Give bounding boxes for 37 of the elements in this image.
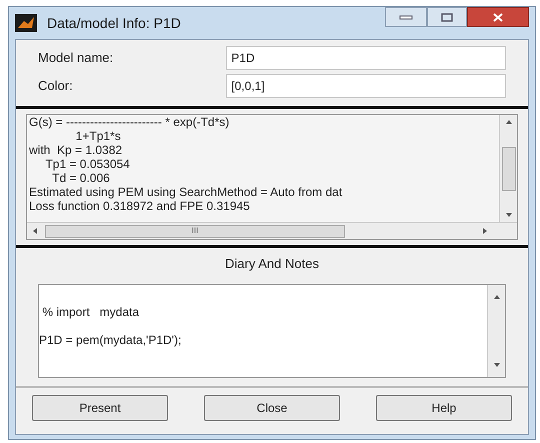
scroll-thumb[interactable]: III bbox=[45, 224, 345, 238]
close-window-button[interactable] bbox=[467, 7, 529, 27]
text-field[interactable]: [0,0,1] bbox=[226, 74, 506, 98]
scroll-right-icon[interactable] bbox=[481, 227, 489, 235]
model-info-line: Estimated using PEM using SearchMethod = Auto from dat bbox=[29, 185, 342, 199]
field-label: Color: bbox=[38, 77, 74, 96]
dialog-button[interactable]: Close bbox=[204, 394, 340, 420]
scroll-down-icon[interactable] bbox=[504, 211, 512, 219]
notes-box[interactable]: % import mydata P1D = pem(mydata,'P1D'); bbox=[38, 284, 506, 378]
notes-title: Diary And Notes bbox=[225, 255, 319, 273]
minimize-icon bbox=[399, 14, 413, 20]
horizontal-scrollbar[interactable]: III bbox=[27, 222, 517, 239]
notes-line: P1D = pem(mydata,'P1D'); bbox=[39, 332, 182, 348]
scroll-down-icon[interactable] bbox=[492, 360, 500, 368]
model-info-line: G(s) = ------------------------ * exp(-Td*s) bbox=[29, 115, 230, 129]
model-info-line: 1+Tp1*s bbox=[74, 129, 121, 143]
dialog-button[interactable]: Present bbox=[32, 394, 168, 420]
dialog-button[interactable]: Help bbox=[376, 394, 512, 420]
app-logo-icon bbox=[15, 14, 37, 32]
vertical-scrollbar[interactable] bbox=[499, 115, 517, 222]
window-title: Data/model Info: P1D bbox=[47, 14, 181, 32]
close-icon bbox=[493, 12, 503, 22]
vertical-scrollbar[interactable] bbox=[487, 284, 505, 376]
maximize-button[interactable] bbox=[427, 7, 467, 27]
scroll-left-icon[interactable] bbox=[31, 227, 39, 235]
model-info-line: Loss function 0.318972 and FPE 0.31945 bbox=[29, 199, 250, 213]
scroll-up-icon[interactable] bbox=[492, 292, 500, 300]
notes-line: % import mydata bbox=[41, 304, 140, 320]
scroll-thumb[interactable] bbox=[502, 146, 516, 190]
scroll-up-icon[interactable] bbox=[504, 118, 512, 126]
maximize-icon bbox=[441, 12, 453, 22]
field-label: Model name: bbox=[38, 49, 114, 68]
text-field[interactable]: P1D bbox=[226, 46, 506, 70]
model-info-line: with Kp = 1.0382 bbox=[29, 143, 122, 157]
model-info-line: Tp1 = 0.053054 bbox=[44, 157, 130, 171]
minimize-button[interactable] bbox=[385, 7, 427, 27]
model-info-line: Td = 0.006 bbox=[51, 171, 110, 185]
